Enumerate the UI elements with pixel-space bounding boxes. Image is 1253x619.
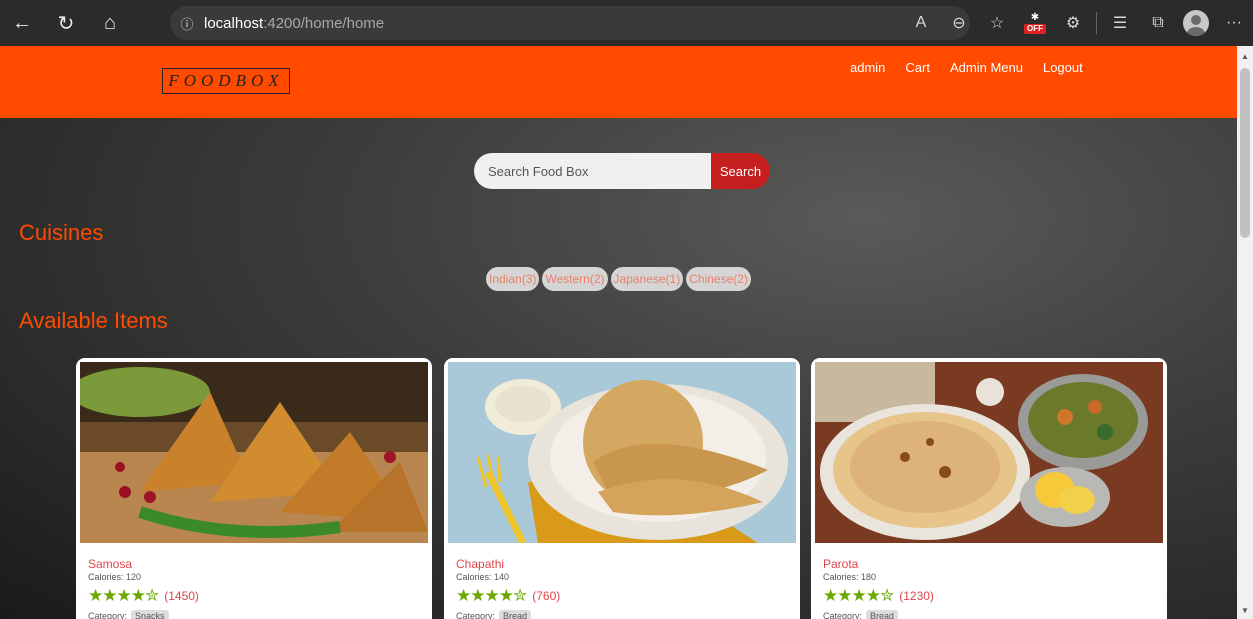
category-label: Category: — [456, 611, 496, 619]
cuisines-title: Cuisines — [19, 220, 104, 245]
food-card-parota[interactable]: Parota Calories: 180 ★★★★✮ (1230) Catego… — [811, 358, 1167, 619]
cuisine-chip-western[interactable]: Western(2) — [542, 267, 608, 291]
food-calories: Calories: 180 — [823, 572, 877, 582]
star-rating-icon: ★★★★✮ — [823, 586, 894, 605]
star-rating-icon: ★★★★✮ — [88, 586, 159, 605]
search-button[interactable]: Search — [711, 153, 770, 189]
off-badge: OFF — [1024, 24, 1046, 34]
nav-logout[interactable]: Logout — [1043, 60, 1083, 75]
cuisine-chip-chinese[interactable]: Chinese(2) — [686, 267, 751, 291]
browser-tools: A ⊖ ☆ ✱ OFF ⚙ ☰ ⧉ ··· — [902, 0, 1253, 46]
rating-count: (1450) — [164, 589, 199, 603]
page-scrollbar[interactable]: ▲ ▼ — [1237, 46, 1253, 619]
address-path: :4200/home/home — [263, 14, 385, 32]
cuisine-chip-japanese[interactable]: Japanese(1) — [610, 267, 684, 291]
category-tag: Snacks — [131, 610, 169, 619]
food-card-chapathi[interactable]: Chapathi Calories: 140 ★★★★✮ (760) Categ… — [444, 358, 800, 619]
food-category: Category: Bread — [456, 610, 532, 619]
food-name[interactable]: Samosa — [88, 557, 132, 571]
avatar — [1183, 10, 1209, 36]
back-arrow-icon[interactable]: ← — [0, 0, 44, 46]
food-rating: ★★★★✮ (1230) — [823, 586, 934, 606]
food-category: Category: Snacks — [88, 610, 169, 619]
extensions-icon[interactable]: ⚙ — [1054, 0, 1092, 46]
reload-icon[interactable]: ↻ — [44, 0, 88, 46]
profile-icon[interactable] — [1177, 0, 1215, 46]
rating-count: (1230) — [899, 589, 934, 603]
cuisine-chip-indian[interactable]: Indian(3) — [486, 267, 540, 291]
available-items-title: Available Items — [19, 308, 168, 333]
more-icon[interactable]: ··· — [1215, 0, 1253, 46]
food-card-samosa[interactable]: Samosa Calories: 120 ★★★★✮ (1450) Catego… — [76, 358, 432, 619]
read-aloud-icon[interactable]: A — [902, 0, 940, 46]
nav-cart[interactable]: Cart — [905, 60, 930, 75]
collections-icon[interactable]: ⧉ — [1139, 0, 1177, 46]
food-category: Category: Bread — [823, 610, 899, 619]
star-rating-icon: ★★★★✮ — [456, 586, 527, 605]
rating-count: (760) — [532, 589, 561, 603]
browser-toolbar: ← ↻ ⌂ ⓘ localhost:4200/home/home A ⊖ ☆ ✱… — [0, 0, 1253, 46]
category-label: Category: — [823, 611, 863, 619]
category-tag: Bread — [866, 610, 899, 619]
info-icon[interactable]: ⓘ — [170, 14, 204, 33]
scrollbar-thumb[interactable] — [1240, 68, 1250, 238]
cuisine-filters: Indian(3) Western(2) Japanese(1) Chinese… — [486, 267, 751, 291]
zoom-icon[interactable]: ⊖ — [940, 0, 978, 46]
page-content: FOODBOX admin Cart Admin Menu Logout Sea… — [0, 46, 1237, 619]
address-host: localhost — [204, 14, 264, 32]
food-name[interactable]: Parota — [823, 557, 858, 571]
food-image-samosa — [80, 362, 428, 543]
site-logo[interactable]: FOODBOX — [162, 68, 290, 94]
toolbar-separator — [1096, 12, 1097, 34]
top-nav: admin Cart Admin Menu Logout — [850, 60, 1103, 75]
address-bar[interactable]: ⓘ localhost:4200/home/home — [170, 6, 970, 40]
category-tag: Bread — [499, 610, 532, 619]
nav-admin-menu[interactable]: Admin Menu — [950, 60, 1023, 75]
extension-off-icon[interactable]: ✱ OFF — [1016, 0, 1054, 46]
food-calories: Calories: 140 — [456, 572, 510, 582]
food-image-chapathi — [448, 362, 796, 543]
food-calories: Calories: 120 — [88, 572, 142, 582]
favorite-add-icon[interactable]: ☆ — [978, 0, 1016, 46]
food-name[interactable]: Chapathi — [456, 557, 504, 571]
home-icon[interactable]: ⌂ — [88, 0, 132, 46]
food-rating: ★★★★✮ (760) — [456, 586, 560, 606]
favorites-icon[interactable]: ☰ — [1101, 0, 1139, 46]
site-header: FOODBOX admin Cart Admin Menu Logout — [0, 46, 1237, 118]
nav-admin[interactable]: admin — [850, 60, 885, 75]
category-label: Category: — [88, 611, 128, 619]
food-image-parota — [815, 362, 1163, 543]
scroll-down-icon[interactable]: ▼ — [1241, 606, 1249, 615]
food-rating: ★★★★✮ (1450) — [88, 586, 199, 606]
scroll-up-icon[interactable]: ▲ — [1241, 52, 1249, 61]
search-bar: Search — [474, 153, 770, 189]
search-input[interactable] — [474, 153, 712, 189]
